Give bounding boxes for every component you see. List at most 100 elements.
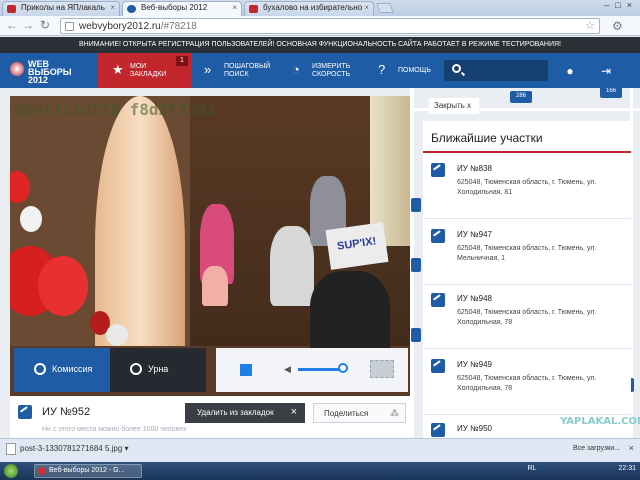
bookmark-star-icon[interactable]: ☆ (585, 19, 595, 32)
remove-bookmark-button[interactable]: Удалить из закладок × (185, 403, 305, 423)
ballot-icon (431, 229, 445, 243)
station-name: ИУ №949 (457, 360, 492, 369)
ballot-icon (431, 163, 445, 177)
panel-title: Ближайшие участки (431, 131, 543, 145)
site-header: WEB ВЫБОРЫ 2012 ★ МОИ ЗАКЛАДКИ 1 » ПОШАГО… (0, 53, 640, 88)
step-search-label: ПОШАГОВЫЙ ПОИСК (224, 63, 271, 78)
close-tab-icon[interactable]: × (364, 3, 369, 12)
ballot-icon (18, 405, 32, 419)
browser-tab-strip: Приколы на ЯПлакаль × Веб-выборы 2012 × … (0, 0, 640, 17)
urn-label: Урна (148, 364, 169, 374)
back-icon[interactable]: ← (6, 18, 18, 32)
user-icon[interactable]: ● (562, 63, 578, 79)
map-marker[interactable] (411, 198, 421, 212)
bookmarks-label: МОИ ЗАКЛАДКИ (130, 63, 167, 78)
window-controls[interactable]: –□× (604, 0, 638, 10)
map-marker[interactable] (411, 328, 421, 342)
urn-camera-button[interactable]: Урна (110, 348, 206, 392)
fullscreen-icon (370, 360, 394, 378)
close-tab-icon[interactable]: × (110, 3, 115, 12)
share-button[interactable]: Поделиться ⁂ (313, 403, 406, 423)
volume-slider-handle[interactable] (338, 363, 348, 373)
station-info: ИУ №952 Удалить из закладок × Поделиться… (10, 396, 410, 438)
commission-label: Комиссия (52, 364, 93, 374)
share-label: Поделиться (324, 409, 369, 418)
address-bar[interactable]: webvybory2012.ru/#78218 ☆ (60, 18, 600, 34)
tab-buhalovo[interactable]: бухалово на избирательно × (244, 1, 374, 16)
registration-banner: ВНИМАНИЕ! ОТКРЫТА РЕГИСТРАЦИЯ ПОЛЬЗОВАТЕ… (0, 37, 640, 53)
site-search-input[interactable] (444, 60, 548, 81)
system-tray: RL 22:31 (528, 465, 636, 472)
help-icon: ? (378, 62, 386, 77)
chrome-icon (38, 467, 46, 475)
start-button-icon[interactable] (4, 464, 18, 478)
clock[interactable]: 22:31 (618, 465, 636, 472)
station-list-item[interactable]: ИУ №947 625048, Тюменская область, г. Тю… (423, 223, 631, 285)
map-marker[interactable]: 166 (600, 88, 622, 98)
ballot-icon (431, 293, 445, 307)
logout-icon[interactable]: ⇥ (598, 63, 614, 79)
reload-icon[interactable]: ↻ (40, 18, 50, 32)
fullscreen-button[interactable] (358, 348, 408, 392)
measure-speed-label: ИЗМЕРИТЬ СКОРОСТЬ (312, 63, 351, 78)
protest-sign: SUP'IX! (325, 222, 389, 270)
yaplakal-watermark: YAPLAKAL.COM (560, 416, 640, 427)
forward-icon[interactable]: → (22, 18, 34, 32)
site-logo[interactable]: WEB ВЫБОРЫ 2012 (10, 60, 72, 85)
new-tab-button[interactable] (376, 3, 394, 13)
commission-camera-button[interactable]: Комиссия (14, 348, 110, 392)
download-item[interactable]: post-3-1330781271684 5.jpg ▾ (6, 443, 129, 455)
volume-control[interactable]: ◀ (276, 348, 358, 392)
windows-taskbar: Веб-выборы 2012 - G... RL 22:31 (0, 462, 640, 480)
measure-speed-button[interactable]: ◔ ИЗМЕРИТЬ СКОРОСТЬ (292, 53, 362, 88)
person (202, 266, 228, 306)
download-filename: post-3-1330781271684 5.jpg (20, 444, 123, 454)
logo-line-3: 2012 (28, 75, 49, 85)
stop-button[interactable] (216, 348, 276, 392)
language-indicator[interactable]: RL (528, 465, 537, 472)
nearest-stations-panel: Ближайшие участки ИУ №838 625048, Тюменс… (423, 121, 631, 438)
close-download-bar-icon[interactable]: × (629, 443, 634, 453)
page-icon (65, 22, 74, 31)
url-path: /#78218 (160, 21, 197, 32)
site-favicon-icon (249, 5, 258, 13)
file-icon (6, 443, 16, 455)
toolbar: ← → ↻ webvybory2012.ru/#78218 ☆ ⚙ (0, 16, 640, 36)
star-icon: ★ (112, 62, 124, 77)
taskbar-chrome-button[interactable]: Веб-выборы 2012 - G... (34, 464, 142, 478)
help-button[interactable]: ? ПОМОЩЬ (378, 53, 438, 88)
balloon (10, 171, 30, 203)
show-all-downloads-link[interactable]: Все загрузки... (573, 445, 620, 452)
site-favicon-icon (7, 5, 16, 13)
close-tab-icon[interactable]: × (232, 3, 237, 12)
url-host: webvybory2012.ru (79, 21, 161, 32)
balloon (20, 206, 42, 232)
tab-yaplakal[interactable]: Приколы на ЯПлакаль × (2, 1, 120, 16)
close-map-button[interactable]: Закрыть x (429, 98, 479, 114)
search-icon (452, 64, 461, 73)
wrench-icon[interactable]: ⚙ (612, 19, 623, 33)
bookmark-count-badge: 1 (176, 56, 188, 66)
station-list-item[interactable]: ИУ №948 625048, Тюменская область, г. Тю… (423, 287, 631, 349)
ballot-icon (431, 423, 445, 437)
step-search-button[interactable]: » ПОШАГОВЫЙ ПОИСК (204, 53, 274, 88)
station-name: ИУ №948 (457, 294, 492, 303)
camera-icon (130, 363, 142, 375)
map-marker[interactable]: 286 (510, 91, 532, 103)
video-watermark-hash: 0def1c1d578 f8d2f7351 (14, 100, 217, 119)
share-icon: ⁂ (390, 408, 399, 418)
remove-bookmark-label: Удалить из закладок (197, 408, 274, 417)
station-address: 625048, Тюменская область, г. Тюмень, ул… (457, 375, 597, 392)
station-list-item[interactable]: ИУ №838 625048, Тюменская область, г. Тю… (423, 157, 631, 219)
map-marker[interactable] (411, 258, 421, 272)
steps-icon: » (204, 62, 212, 77)
tab-webvybory[interactable]: Веб-выборы 2012 × (122, 1, 242, 17)
site-favicon-icon (127, 5, 136, 13)
station-title: ИУ №952 (42, 406, 91, 418)
station-list-item[interactable]: ИУ №949 625048, Тюменская область, г. Тю… (423, 353, 631, 415)
balloon (38, 256, 88, 316)
ballot-icon (431, 359, 445, 373)
camera-icon (34, 363, 46, 375)
station-name: ИУ №947 (457, 230, 492, 239)
station-name: ИУ №838 (457, 164, 492, 173)
